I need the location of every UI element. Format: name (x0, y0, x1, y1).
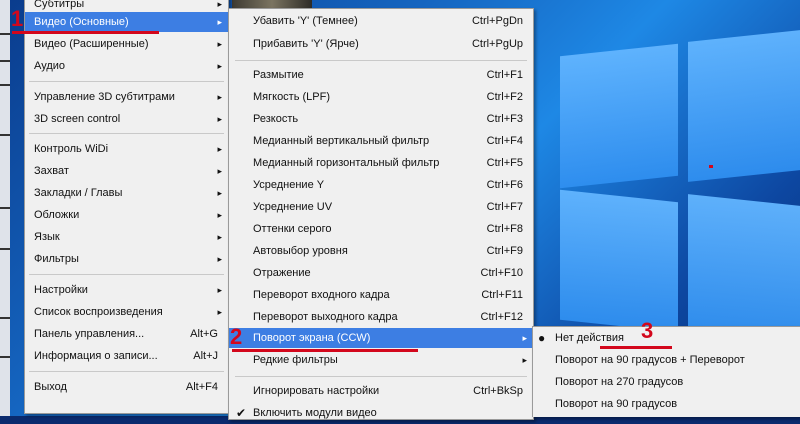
menu-item-flip-input[interactable]: Переворот входного кадра Ctrl+F11 (229, 284, 533, 306)
menu-item-average-y[interactable]: Усреднение Y Ctrl+F6 (229, 174, 533, 196)
chevron-right-icon: ▸ (217, 285, 222, 295)
windows-logo-pane-top-right (688, 30, 800, 182)
strip-marker (0, 207, 10, 209)
context-menu-main: Субтитры ▸ Видео (Основные) ▸ Видео (Расши… (24, 0, 229, 414)
menu-item-language[interactable]: Язык ▸ (25, 226, 228, 248)
menu-item-rotate-screen[interactable]: Поворот экрана (CCW) ▸ (229, 328, 533, 348)
menu-item-playlist[interactable]: Список воспроизведения ▸ (25, 301, 228, 323)
checkmark-icon: ✔ (236, 406, 247, 420)
menu-item-soften[interactable]: Мягкость (LPF) Ctrl+F2 (229, 86, 533, 108)
menu-item-rotate-90-flip[interactable]: Поворот на 90 градусов + Переворот (533, 349, 800, 371)
annotation-underline-1 (12, 31, 159, 34)
chevron-right-icon: ▸ (217, 307, 222, 317)
chevron-right-icon: ▸ (217, 166, 222, 176)
strip-marker (0, 317, 10, 319)
menu-item-settings[interactable]: Настройки ▸ (25, 279, 228, 301)
chevron-right-icon: ▸ (217, 17, 222, 27)
menu-item-median-vertical[interactable]: Медианный вертикальный фильтр Ctrl+F4 (229, 130, 533, 152)
chevron-right-icon: ▸ (217, 39, 222, 49)
menu-item-capture[interactable]: Захват ▸ (25, 160, 228, 182)
menu-separator (235, 60, 527, 61)
menu-item-exit[interactable]: Выход Alt+F4 (25, 376, 228, 398)
windows-logo-pane-bottom-right (688, 194, 800, 346)
menu-item-median-horizontal[interactable]: Медианный горизонтальный фильтр Ctrl+F5 (229, 152, 533, 174)
strip-marker (0, 84, 10, 86)
red-mark (709, 165, 713, 168)
menu-item-record-info[interactable]: Информация о записи... Alt+J (25, 345, 228, 367)
menu-separator (29, 133, 224, 134)
menu-separator (235, 376, 527, 377)
menu-item-auto-level[interactable]: Автовыбор уровня Ctrl+F9 (229, 240, 533, 262)
menu-item-rotate-270[interactable]: Поворот на 270 градусов (533, 371, 800, 393)
annotation-number-1: 1 (11, 6, 24, 31)
radio-bullet-icon: ● (538, 331, 546, 345)
menu-item-widi[interactable]: Контроль WiDi ▸ (25, 138, 228, 160)
menu-item-blur[interactable]: Размытие Ctrl+F1 (229, 64, 533, 86)
chevron-right-icon: ▸ (217, 92, 222, 102)
annotation-number-3: 3 (641, 318, 654, 343)
video-frame-edge (232, 0, 312, 8)
strip-marker (0, 134, 10, 136)
chevron-right-icon: ▸ (217, 144, 222, 154)
chevron-right-icon: ▸ (217, 114, 222, 124)
menu-item-increase-y[interactable]: Прибавить 'Y' (Ярче) Ctrl+PgUp (229, 33, 533, 55)
menu-item-sharpen[interactable]: Резкость Ctrl+F3 (229, 108, 533, 130)
menu-item-grayscale[interactable]: Оттенки серого Ctrl+F8 (229, 218, 533, 240)
menu-item-rare-filters[interactable]: Редкие фильтры ▸ (229, 349, 533, 371)
strip-marker (0, 356, 10, 358)
annotation-number-2: 2 (230, 324, 243, 349)
menu-item-video-advanced[interactable]: Видео (Расширенные) ▸ (25, 33, 228, 55)
menu-item-audio[interactable]: Аудио ▸ (25, 55, 228, 77)
menu-item-covers[interactable]: Обложки ▸ (25, 204, 228, 226)
menu-item-control-panel[interactable]: Панель управления... Alt+G (25, 323, 228, 345)
submenu-video-basic: Убавить 'Y' (Темнее) Ctrl+PgDn Прибавить … (228, 8, 534, 420)
chevron-right-icon: ▸ (217, 232, 222, 242)
menu-separator (29, 371, 224, 372)
menu-item-filters[interactable]: Фильтры ▸ (25, 248, 228, 270)
strip-marker (0, 248, 10, 250)
menu-item-3d-screen-control[interactable]: 3D screen control ▸ (25, 108, 228, 130)
chevron-right-icon: ▸ (217, 61, 222, 71)
menu-item-enable-video-modules[interactable]: ✔ Включить модули видео (229, 402, 533, 424)
windows-logo-pane-bottom-left (560, 189, 678, 333)
windows-logo-pane-top-left (560, 43, 678, 189)
menu-item-flip-output[interactable]: Переворот выходного кадра Ctrl+F12 (229, 306, 533, 328)
annotation-underline-3 (600, 346, 672, 349)
submenu-rotate-screen: ● Нет действия Поворот на 90 градусов + П… (532, 326, 800, 417)
menu-item-decrease-y[interactable]: Убавить 'Y' (Темнее) Ctrl+PgDn (229, 10, 533, 32)
strip-marker (0, 60, 10, 62)
chevron-right-icon: ▸ (522, 355, 527, 365)
menu-item-3d-subtitles[interactable]: Управление 3D субтитрами ▸ (25, 86, 228, 108)
chevron-right-icon: ▸ (217, 188, 222, 198)
chevron-right-icon: ▸ (217, 254, 222, 264)
menu-item-video-basic[interactable]: Видео (Основные) ▸ (25, 12, 228, 32)
menu-item-bookmarks[interactable]: Закладки / Главы ▸ (25, 182, 228, 204)
chevron-right-icon: ▸ (217, 210, 222, 220)
menu-item-average-uv[interactable]: Усреднение UV Ctrl+F7 (229, 196, 533, 218)
menu-item-rotate-90[interactable]: Поворот на 90 градусов (533, 393, 800, 415)
menu-separator (29, 274, 224, 275)
menu-item-ignore-settings[interactable]: Игнорировать настройки Ctrl+BkSp (229, 380, 533, 402)
chevron-right-icon: ▸ (522, 333, 527, 343)
annotation-underline-2 (232, 349, 418, 352)
menu-item-mirror[interactable]: Отражение Ctrl+F10 (229, 262, 533, 284)
menu-separator (29, 81, 224, 82)
strip-marker (0, 33, 10, 35)
